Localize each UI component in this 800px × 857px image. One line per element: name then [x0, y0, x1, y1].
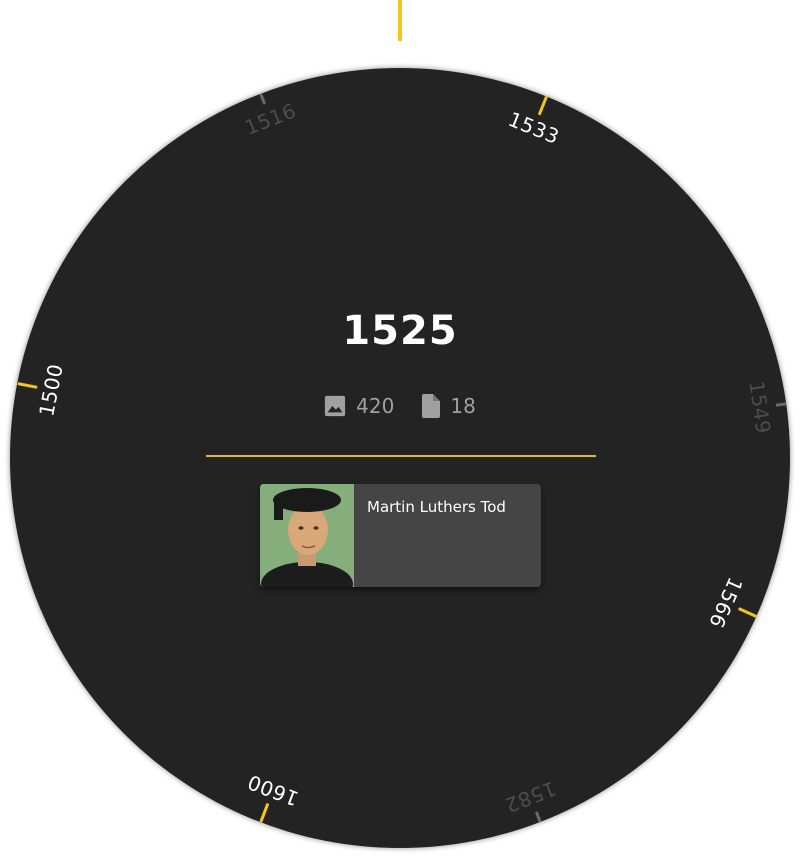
images-count: 420 [356, 394, 395, 418]
year-stats: 420 18 [10, 394, 790, 418]
image-icon [325, 395, 346, 417]
event-thumbnail [260, 484, 354, 587]
documents-count: 18 [450, 394, 476, 418]
selected-year: 1525 [342, 308, 458, 354]
section-divider [206, 455, 596, 457]
dial-tick-mark [534, 811, 542, 823]
images-stat: 420 [324, 394, 394, 418]
dial-tick-mark [737, 607, 758, 618]
event-title: Martin Luthers Tod [367, 498, 506, 516]
dial-tick-label: 1582 [501, 776, 560, 818]
dial-tick-mark [17, 382, 38, 389]
dial-tick-label: 1566 [704, 573, 748, 632]
year-pointer [398, 0, 402, 41]
timeline-dial[interactable]: 1500 1516 1533 1549 1566 1582 1600 1525 420 18 [10, 68, 790, 848]
document-icon [422, 394, 441, 418]
dial-ticks: 1500 1516 1533 1549 1566 1582 1600 [10, 68, 790, 848]
portrait-image [260, 484, 354, 587]
event-card[interactable]: Martin Luthers Tod [260, 484, 541, 587]
documents-stat: 18 [422, 394, 476, 418]
